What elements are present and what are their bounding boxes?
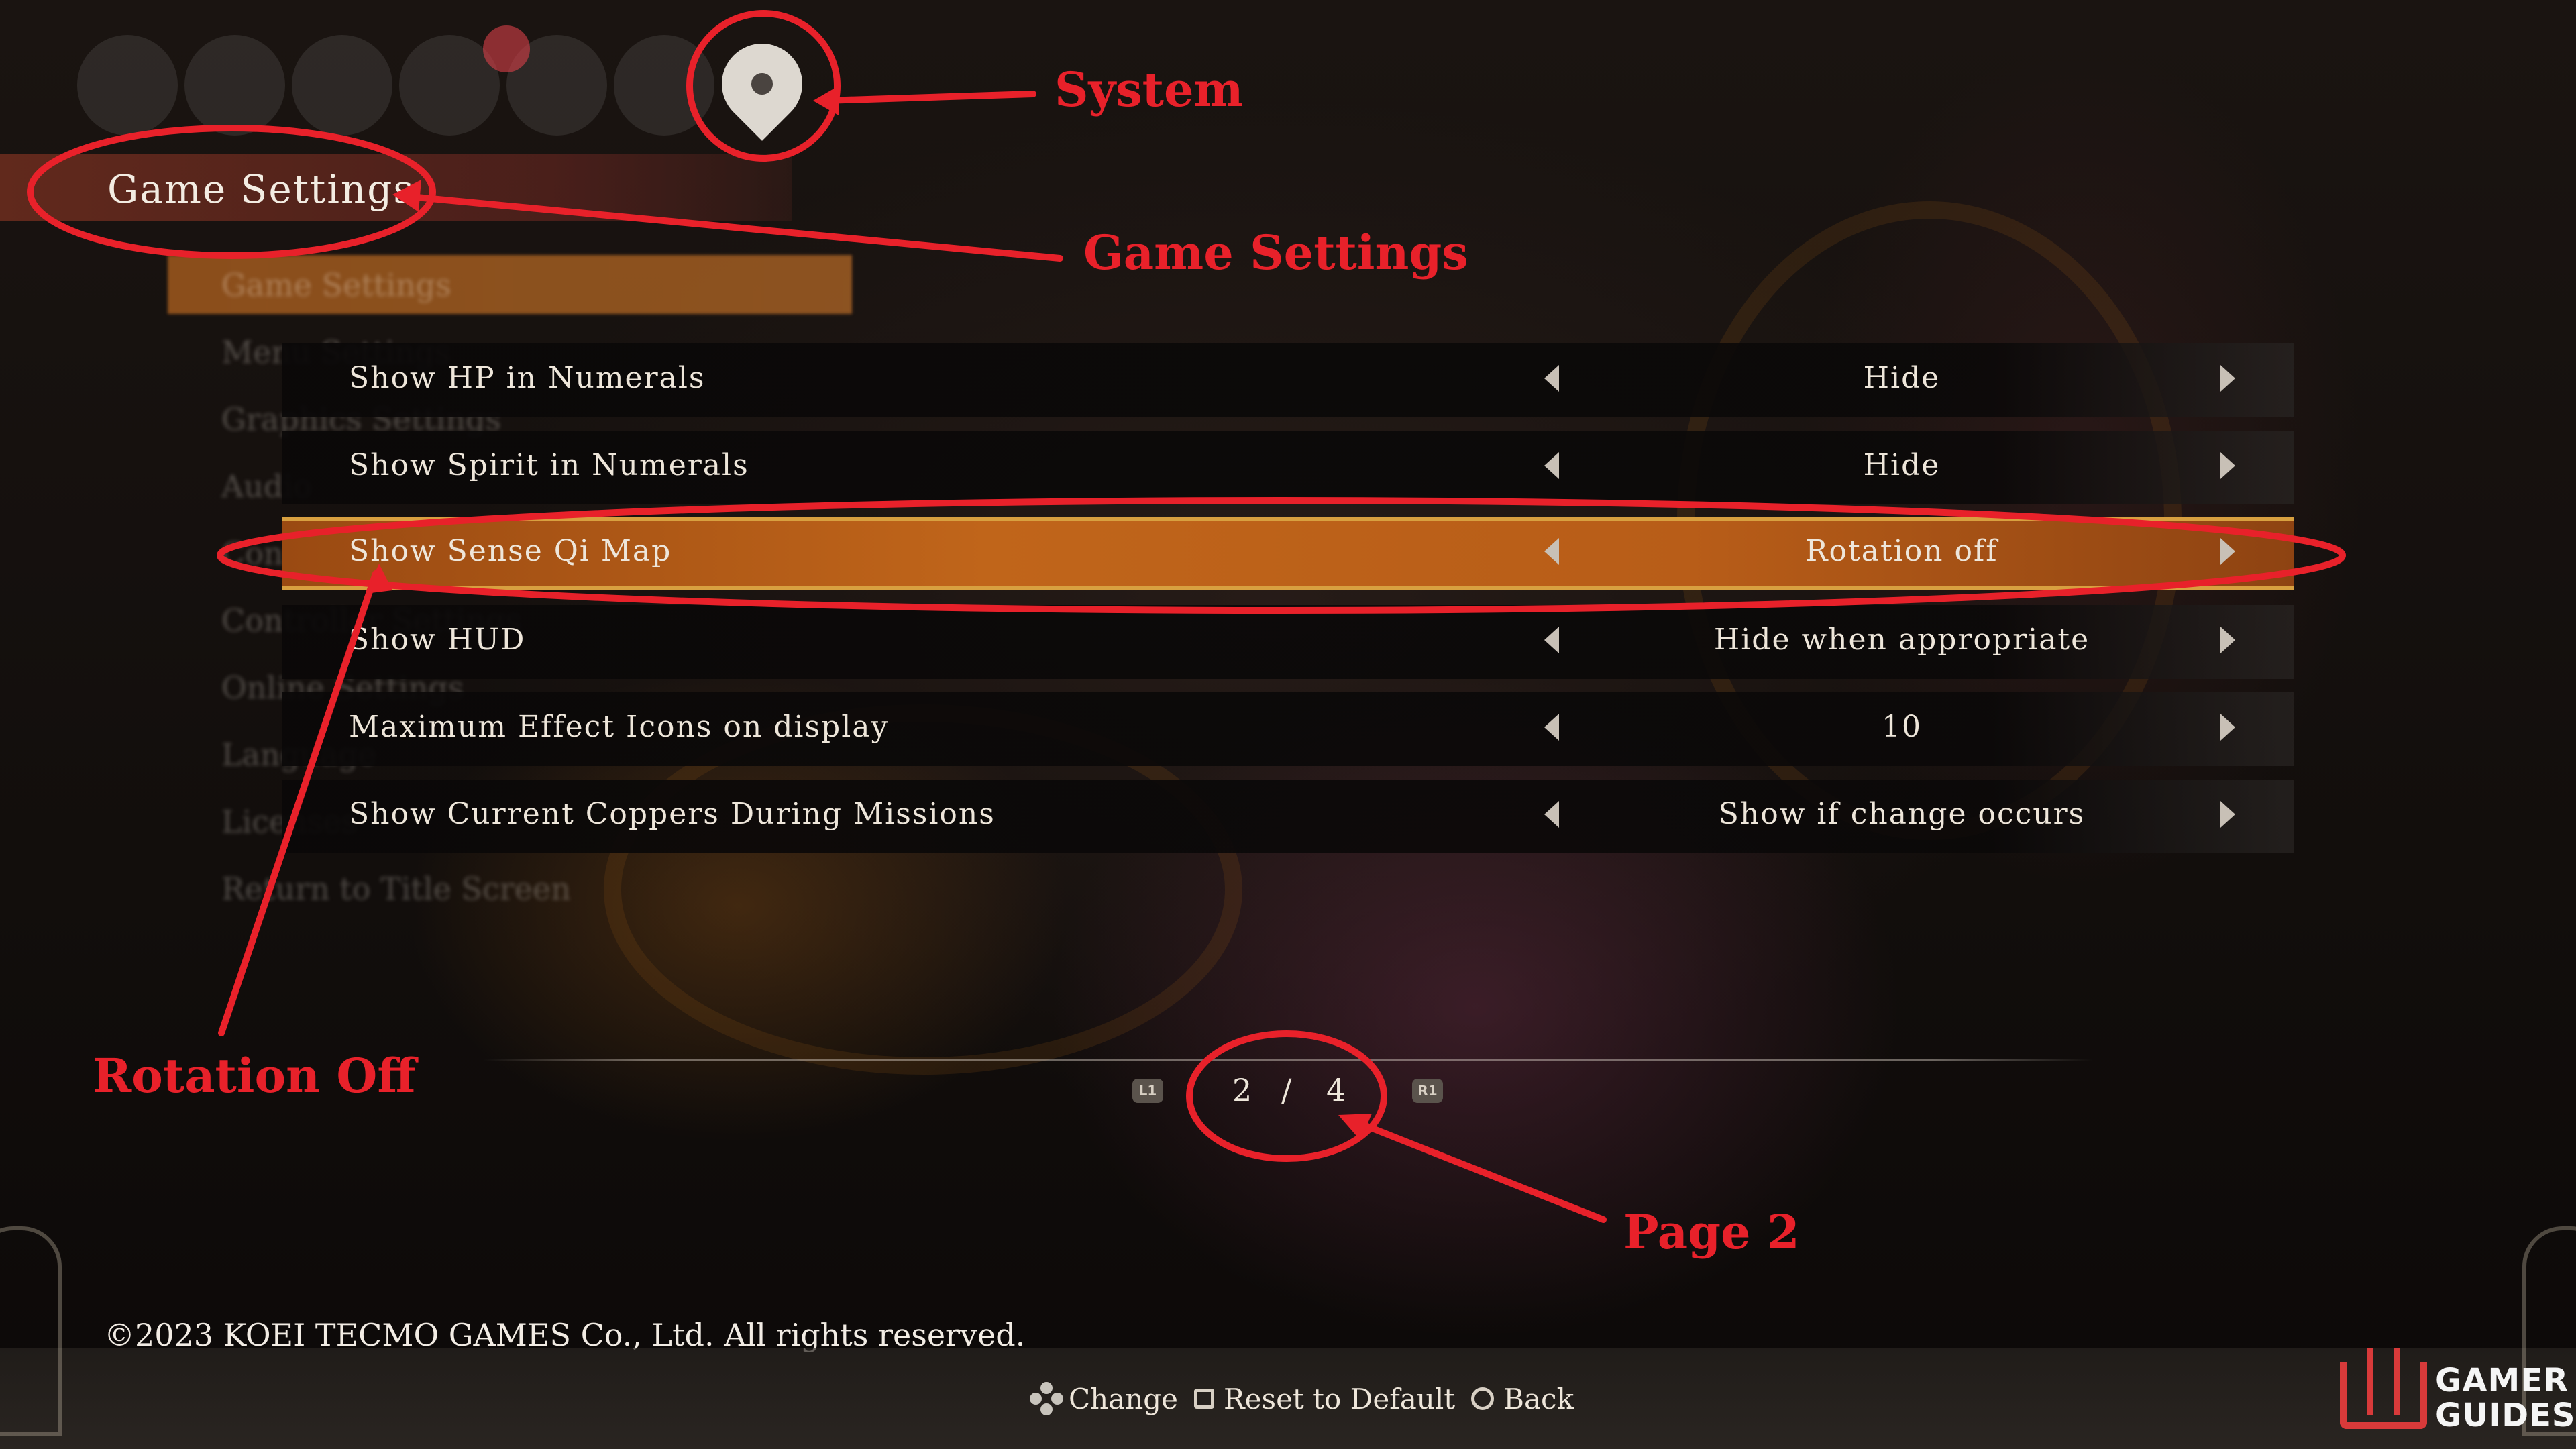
arrow-left-icon[interactable]: [1544, 627, 1559, 653]
l1-button-icon[interactable]: L1: [1132, 1079, 1163, 1103]
annotation-rotation-off-label: Rotation Off: [93, 1048, 416, 1104]
left-menu-item[interactable]: Return to Title Screen: [221, 871, 571, 907]
footer-actions: Change Reset to Default Back: [1030, 1382, 1590, 1415]
back-action[interactable]: Back: [1471, 1383, 1574, 1415]
tab-icon-2[interactable]: [184, 35, 285, 136]
circle-button-icon: [1471, 1387, 1495, 1410]
tab-icon-6[interactable]: [614, 35, 714, 136]
reset-action[interactable]: Reset to Default: [1194, 1383, 1455, 1415]
page-divider: [483, 1059, 2093, 1061]
dpad-icon: [1030, 1382, 1063, 1415]
setting-row-show-hud[interactable]: Show HUD Hide when appropriate: [282, 605, 2294, 679]
square-button-icon: [1194, 1389, 1215, 1409]
arrow-left-icon[interactable]: [1544, 714, 1559, 741]
setting-row-show-sense-qi-map[interactable]: Show Sense Qi Map Rotation off: [282, 517, 2294, 590]
setting-row-show-coppers[interactable]: Show Current Coppers During Missions Sho…: [282, 780, 2294, 853]
setting-value: Hide: [1863, 361, 1941, 395]
back-label: Back: [1503, 1382, 1574, 1415]
arrow-right-icon[interactable]: [2220, 801, 2235, 828]
gamer-guides-logo: GAMER GUIDES: [2334, 1348, 2575, 1442]
change-label: Change: [1069, 1382, 1179, 1415]
left-menu-item[interactable]: Game Settings: [221, 267, 451, 303]
page-separator: /: [1281, 1072, 1292, 1108]
arrow-left-icon[interactable]: [1544, 538, 1559, 565]
arrow-right-icon[interactable]: [2220, 538, 2235, 565]
tab-icon-1[interactable]: [77, 35, 178, 136]
setting-label: Show HP in Numerals: [349, 361, 706, 395]
arrow-right-icon[interactable]: [2220, 365, 2235, 392]
tab-icon-3[interactable]: [292, 35, 392, 136]
setting-value: Hide: [1863, 448, 1941, 482]
setting-value: Show if change occurs: [1718, 797, 2086, 831]
setting-value: Rotation off: [1805, 534, 1998, 568]
arrow-right-icon[interactable]: [2220, 452, 2235, 479]
annotation-page-label: Page 2: [1623, 1204, 1800, 1260]
setting-label: Show Spirit in Numerals: [349, 448, 749, 482]
setting-label: Maximum Effect Icons on display: [349, 710, 890, 744]
setting-value: 10: [1882, 710, 1922, 744]
setting-label: Show Sense Qi Map: [349, 534, 672, 568]
arrow-left-icon[interactable]: [1544, 452, 1559, 479]
r1-button-icon[interactable]: R1: [1412, 1079, 1443, 1103]
copyright-text: ©2023 KOEI TECMO GAMES Co., Ltd. All rig…: [104, 1317, 1026, 1353]
setting-label: Show HUD: [349, 623, 526, 657]
setting-value: Hide when appropriate: [1713, 623, 2090, 657]
arrow-right-icon[interactable]: [2220, 627, 2235, 653]
change-action[interactable]: Change: [1030, 1382, 1178, 1415]
page-total: 4: [1326, 1072, 1346, 1108]
setting-row-max-effect-icons[interactable]: Maximum Effect Icons on display 10: [282, 692, 2294, 766]
gamer-guides-wordmark: GAMER GUIDES: [2435, 1362, 2576, 1434]
page-current: 2: [1232, 1072, 1252, 1108]
notification-dot-icon: [483, 25, 530, 72]
setting-label: Show Current Coppers During Missions: [349, 797, 996, 831]
arrow-left-icon[interactable]: [1544, 801, 1559, 828]
annotation-system-label: System: [1055, 62, 1244, 117]
reset-label: Reset to Default: [1224, 1382, 1456, 1415]
arrow-right-icon[interactable]: [2220, 714, 2235, 741]
gamer-guides-mark-icon: [2340, 1348, 2427, 1429]
system-tab-icon[interactable]: [705, 27, 819, 141]
page-title: Game Settings: [107, 166, 415, 212]
left-ornament: [0, 1226, 62, 1436]
setting-row-show-spirit[interactable]: Show Spirit in Numerals Hide: [282, 431, 2294, 504]
setting-row-show-hp[interactable]: Show HP in Numerals Hide: [282, 343, 2294, 417]
arrow-left-icon[interactable]: [1544, 365, 1559, 392]
annotation-game-settings-label: Game Settings: [1083, 225, 1468, 280]
